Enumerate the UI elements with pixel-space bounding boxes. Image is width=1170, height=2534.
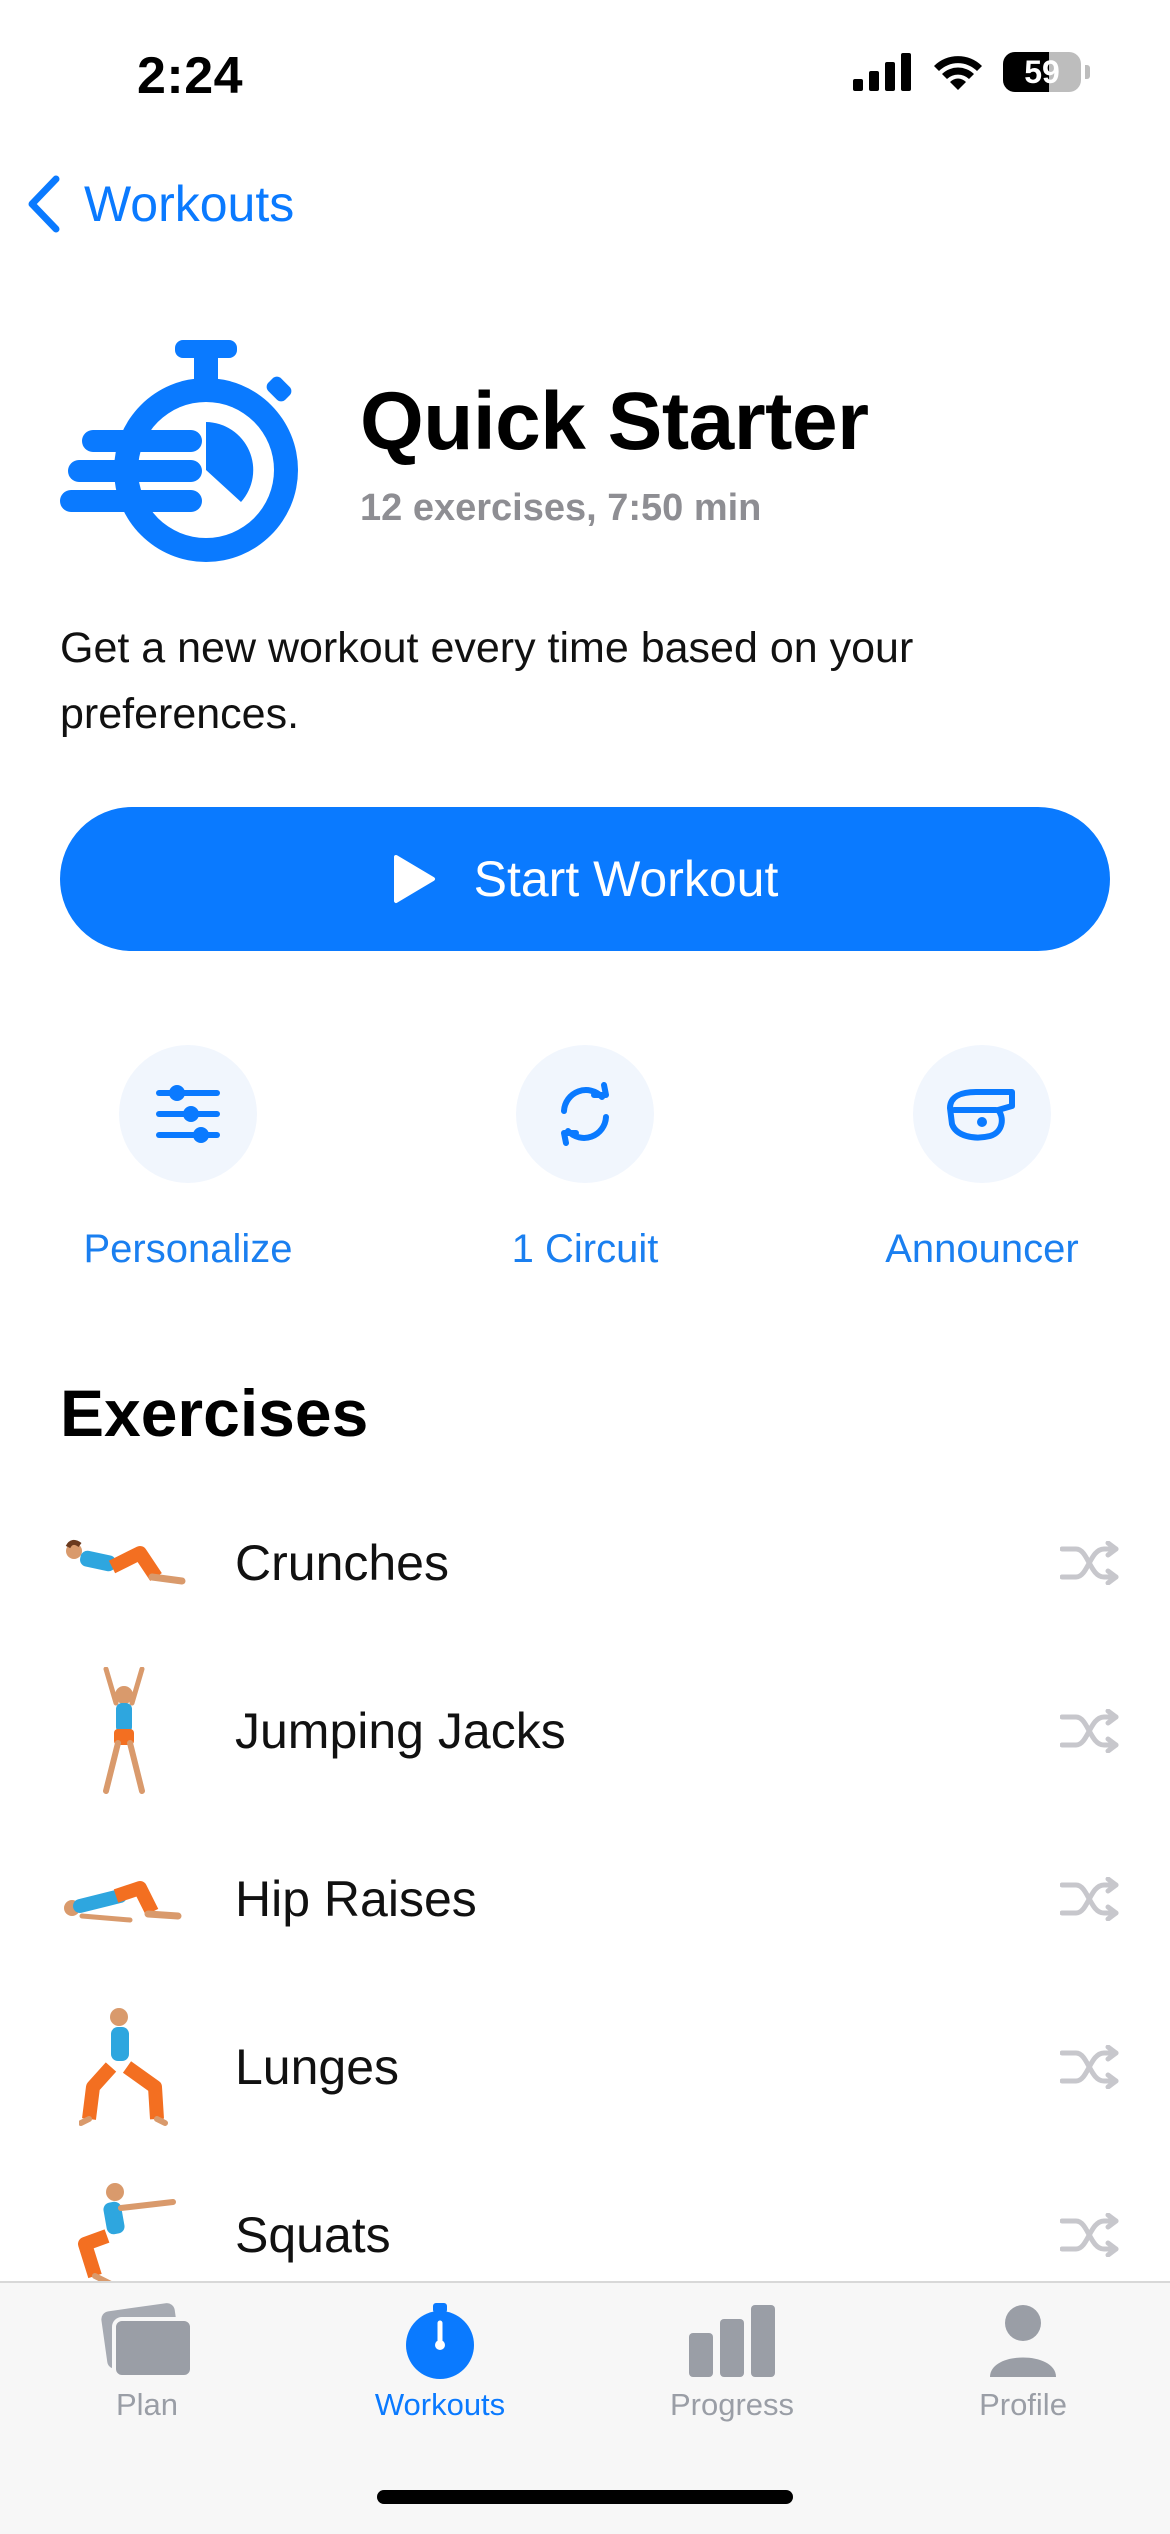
shuffle-icon[interactable] [1060, 1541, 1120, 1585]
shuffle-icon[interactable] [1060, 2213, 1120, 2257]
start-workout-label: Start Workout [473, 851, 779, 907]
status-icons: 59 [853, 52, 1090, 92]
announcer-circle [913, 1045, 1051, 1183]
sliders-icon [156, 1085, 220, 1143]
tab-progress[interactable]: Progress [612, 2303, 852, 2423]
workout-subtitle: 12 exercises, 7:50 min [360, 487, 762, 529]
tab-plan-label: Plan [115, 2387, 179, 2422]
wifi-icon [934, 56, 982, 90]
exercise-name: Hip Raises [235, 1871, 477, 1927]
person-icon [990, 2305, 1056, 2377]
exercise-row[interactable]: Lunges [0, 1983, 1170, 2151]
tab-workouts[interactable]: Workouts [320, 2303, 560, 2423]
cellular-signal-icon [853, 53, 911, 91]
chevron-left-icon [28, 175, 60, 233]
home-indicator [377, 2490, 793, 2504]
crunches-illustration-icon [60, 1499, 188, 1627]
lunges-illustration-icon [60, 2003, 188, 2131]
tab-profile-label: Profile [979, 2387, 1067, 2422]
cards-icon [101, 2303, 194, 2379]
hip-raises-illustration-icon [60, 1835, 188, 1963]
personalize-circle [119, 1045, 257, 1183]
shuffle-icon[interactable] [1060, 2045, 1120, 2089]
personalize-label: Personalize [83, 1227, 293, 1271]
circuit-circle [516, 1045, 654, 1183]
tab-progress-label: Progress [669, 2387, 795, 2422]
exercise-row[interactable]: Hip Raises [0, 1815, 1170, 1983]
back-label: Workouts [84, 176, 295, 232]
announcer-label: Announcer [885, 1227, 1079, 1271]
exercise-name: Squats [235, 2207, 391, 2263]
exercise-name: Jumping Jacks [235, 1703, 566, 1759]
stopwatch-icon [406, 2303, 474, 2379]
shuffle-icon[interactable] [1060, 1877, 1120, 1921]
squats-illustration-icon [60, 2171, 188, 2299]
back-button[interactable]: Workouts [26, 175, 294, 233]
exercise-name: Crunches [235, 1535, 449, 1591]
circuit-label: 1 Circuit [511, 1227, 659, 1271]
tab-profile[interactable]: Profile [903, 2303, 1143, 2423]
play-icon [393, 855, 435, 903]
start-workout-button[interactable]: Start Workout [60, 807, 1110, 951]
whistle-icon [947, 1089, 1015, 1141]
shuffle-icon[interactable] [1060, 1709, 1120, 1753]
battery-tip [1085, 65, 1090, 79]
personalize-button[interactable]: Personalize [38, 1045, 338, 1272]
tab-workouts-label: Workouts [374, 2387, 506, 2422]
battery-icon: 59 [1003, 52, 1081, 92]
bar-chart-icon [689, 2305, 775, 2377]
status-time: 2:24 [137, 47, 244, 105]
exercise-row[interactable]: Crunches [0, 1479, 1170, 1647]
announcer-button[interactable]: Announcer [832, 1045, 1132, 1272]
workout-title: Quick Starter [360, 376, 869, 467]
exercise-row[interactable]: Jumping Jacks [0, 1647, 1170, 1815]
battery-percent: 59 [1024, 53, 1060, 90]
workout-description: Get a new workout every time based on yo… [60, 624, 914, 738]
tab-plan[interactable]: Plan [27, 2303, 267, 2423]
repeat-icon [561, 1082, 609, 1146]
exercise-name: Lunges [235, 2039, 400, 2095]
circuit-button[interactable]: 1 Circuit [435, 1045, 735, 1272]
jumping-jacks-illustration-icon [60, 1667, 188, 1795]
stopwatch-hero-icon [60, 340, 300, 570]
exercises-heading: Exercises [60, 1376, 369, 1450]
